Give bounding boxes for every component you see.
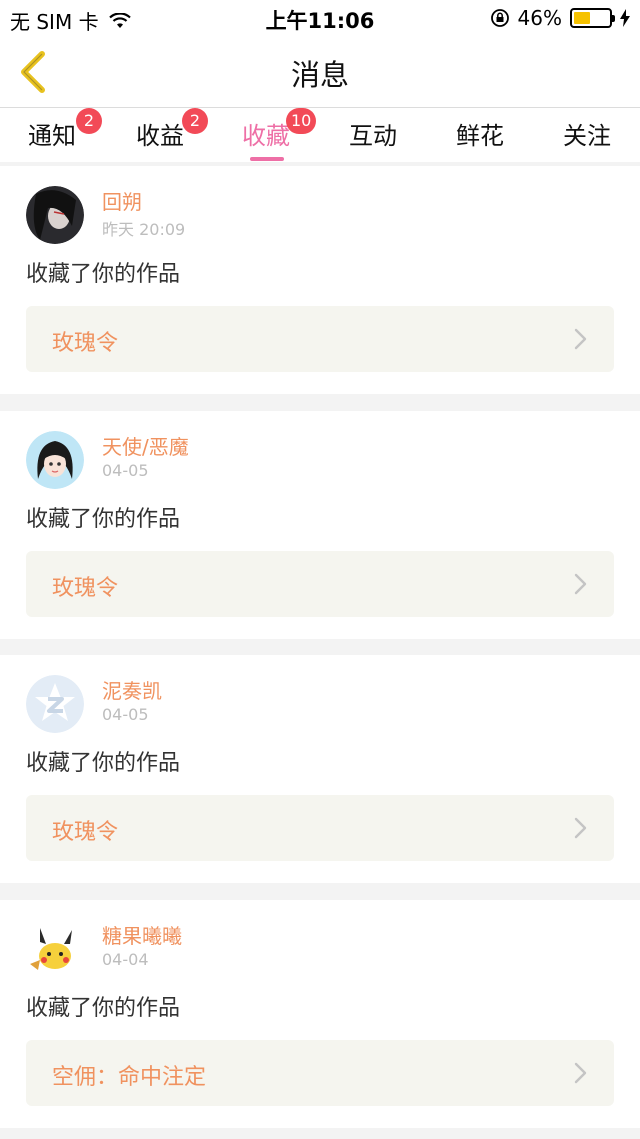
username[interactable]: 天使/恶魔 <box>102 431 189 460</box>
message-card: 糖果曦曦 04-04 收藏了你的作品 空佣：命中注定 <box>0 900 640 1128</box>
action-text: 收藏了你的作品 <box>26 751 181 776</box>
work-link[interactable]: 玫瑰令 <box>26 551 614 617</box>
battery-icon <box>570 8 615 28</box>
avatar[interactable] <box>26 431 84 489</box>
work-link[interactable]: 玫瑰令 <box>26 795 614 861</box>
timestamp: 04-05 <box>102 705 149 724</box>
action-text: 收藏了你的作品 <box>26 996 181 1021</box>
unread-badge: 10 <box>286 108 317 134</box>
tab-bar: 通知 2 收益 2 收藏 10 互动 鲜花 关注 <box>0 108 640 162</box>
tab-earnings[interactable]: 收益 2 <box>120 108 208 162</box>
username[interactable]: 糖果曦曦 <box>102 920 182 949</box>
tab-flowers[interactable]: 鲜花 <box>440 116 520 162</box>
status-bar: 无 SIM 卡 上午11:06 46% <box>0 0 640 36</box>
avatar[interactable] <box>26 186 84 244</box>
charging-bolt-icon <box>620 9 630 27</box>
page-title: 消息 <box>290 58 349 92</box>
chevron-right-icon <box>574 328 587 350</box>
active-tab-indicator <box>250 157 284 161</box>
tab-following[interactable]: 关注 <box>547 116 627 162</box>
unread-badge: 2 <box>76 108 102 134</box>
chevron-right-icon <box>574 1062 587 1084</box>
tab-label: 互动 <box>349 122 397 150</box>
message-card: 泥奏凯 04-05 收藏了你的作品 玫瑰令 <box>0 655 640 883</box>
tab-label: 关注 <box>563 122 611 150</box>
tab-label: 收益 <box>136 122 184 150</box>
username[interactable]: 回朔 <box>102 186 142 215</box>
tab-favorites[interactable]: 收藏 10 <box>226 108 317 162</box>
work-title: 玫瑰令 <box>52 331 119 356</box>
work-title: 玫瑰令 <box>52 820 119 845</box>
tab-notifications[interactable]: 通知 2 <box>12 108 102 162</box>
message-card: 回朔 昨天 20:09 收藏了你的作品 玫瑰令 <box>0 166 640 394</box>
message-card: 天使/恶魔 04-05 收藏了你的作品 玫瑰令 <box>0 411 640 639</box>
rotation-lock-icon <box>490 9 509 27</box>
chevron-right-icon <box>574 573 587 595</box>
work-title: 玫瑰令 <box>52 576 119 601</box>
battery-fill <box>574 12 590 24</box>
unread-badge: 2 <box>182 108 208 134</box>
timestamp: 04-05 <box>102 461 149 480</box>
work-link[interactable]: 空佣：命中注定 <box>26 1040 614 1106</box>
nav-bar: 消息 <box>0 36 640 108</box>
timestamp: 04-04 <box>102 950 149 969</box>
username[interactable]: 泥奏凯 <box>102 675 162 704</box>
work-link[interactable]: 玫瑰令 <box>26 306 614 372</box>
action-text: 收藏了你的作品 <box>26 507 181 532</box>
timestamp: 昨天 20:09 <box>102 220 186 239</box>
action-text: 收藏了你的作品 <box>26 262 181 287</box>
tab-label: 收藏 <box>242 122 290 150</box>
status-right: 46% <box>490 6 630 30</box>
chevron-right-icon <box>574 817 587 839</box>
tab-label: 通知 <box>28 122 76 150</box>
tab-label: 鲜花 <box>456 122 504 150</box>
tab-interactions[interactable]: 互动 <box>333 116 413 162</box>
avatar[interactable] <box>26 920 84 978</box>
work-title: 空佣：命中注定 <box>52 1065 207 1090</box>
battery-percent: 46% <box>517 6 562 30</box>
avatar[interactable] <box>26 675 84 733</box>
